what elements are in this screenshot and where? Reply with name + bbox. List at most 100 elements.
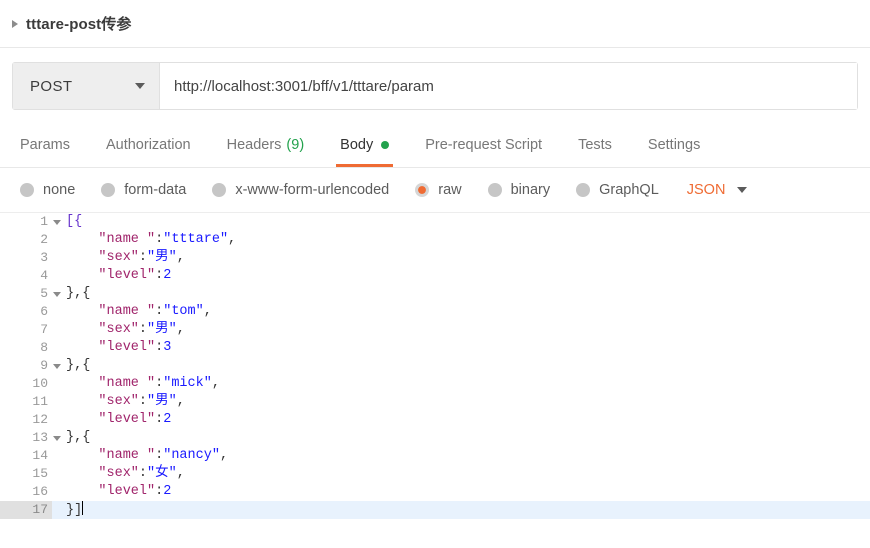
tab-settings[interactable]: Settings (630, 122, 718, 167)
tab-headers[interactable]: Headers (9) (209, 122, 323, 167)
code-token-plain: , (176, 394, 185, 409)
code-line-text: "sex":"女", (52, 465, 870, 483)
code-token-str: "mick" (163, 376, 212, 391)
code-line[interactable]: 11 "sex":"男", (0, 393, 870, 411)
code-line-text: "level":3 (52, 339, 870, 357)
triangle-right-icon[interactable] (12, 19, 18, 28)
tab-label: Params (20, 136, 70, 153)
code-line[interactable]: 13 },{ (0, 429, 870, 447)
code-token-num: 3 (163, 340, 172, 355)
code-line[interactable]: 17}] (0, 501, 870, 519)
code-token-punc: [{ (66, 214, 83, 229)
code-token-key: "sex" (98, 394, 139, 409)
request-url-input[interactable] (160, 63, 857, 109)
raw-format-label: JSON (686, 182, 726, 198)
code-line[interactable]: 16 "level":2 (0, 483, 870, 501)
line-number: 5 (0, 285, 61, 303)
line-number: 15 (32, 466, 48, 481)
line-number: 13 (0, 429, 61, 447)
tab-tests[interactable]: Tests (560, 122, 630, 167)
code-token-str: "男" (147, 394, 177, 409)
code-token-plain: : (138, 322, 148, 337)
code-line[interactable]: 15 "sex":"女", (0, 465, 870, 483)
body-type-row: none form-data x-www-form-urlencoded raw bin… (0, 168, 870, 213)
code-token-plain: , (203, 304, 212, 319)
text-cursor (82, 501, 84, 515)
code-token-key: "level" (98, 484, 156, 499)
code-line[interactable]: 3 "sex":"男", (0, 249, 870, 267)
code-token-plain: , (176, 466, 185, 481)
code-line-text: "sex":"男", (52, 393, 870, 411)
code-line[interactable]: 5 },{ (0, 285, 870, 303)
code-line-text: "name ":"tttare", (52, 231, 870, 249)
code-line[interactable]: 1 [{ (0, 213, 870, 231)
http-method-select[interactable]: POST (13, 63, 160, 109)
code-token-plain: },{ (66, 430, 91, 445)
body-type-radio-form-data[interactable]: form-data (101, 182, 186, 198)
body-type-radio-binary[interactable]: binary (487, 182, 551, 198)
line-number: 7 (40, 322, 48, 337)
line-number: 3 (40, 250, 48, 265)
line-number: 1 (0, 213, 61, 231)
line-number: 9 (0, 357, 61, 375)
code-token-plain: }] (66, 503, 83, 518)
tab-label: Authorization (105, 136, 191, 153)
radio-unchecked-icon (487, 183, 502, 197)
code-token-key: "level" (98, 268, 156, 283)
code-token-num: 2 (163, 484, 172, 499)
code-token-plain: },{ (66, 358, 91, 373)
body-type-label: none (43, 182, 76, 198)
code-token-str: "tttare" (163, 232, 229, 247)
url-bar-section: POST (0, 48, 870, 122)
tab-authorization[interactable]: Authorization (88, 122, 209, 167)
code-token-key: "sex" (98, 250, 139, 265)
code-token-plain: },{ (66, 286, 91, 301)
body-type-radio-none[interactable]: none (20, 182, 75, 198)
code-line-text: }] (52, 501, 870, 519)
tab-pre-request-script[interactable]: Pre-request Script (407, 122, 560, 167)
tab-params[interactable]: Params (2, 122, 88, 167)
code-line[interactable]: 10 "name ":"mick", (0, 375, 870, 393)
body-type-label: x-www-form-urlencoded (235, 182, 390, 198)
radio-unchecked-icon (101, 183, 116, 197)
code-line[interactable]: 9 },{ (0, 357, 870, 375)
code-token-str: "nancy" (163, 448, 220, 463)
code-line-text: "sex":"男", (52, 249, 870, 267)
tab-label: Headers (226, 136, 282, 153)
code-line[interactable]: 8 "level":3 (0, 339, 870, 357)
raw-body-editor[interactable]: 1[{2 "name ":"tttare", 3 "sex":"男", 4 "lev… (0, 213, 870, 533)
radio-unchecked-icon (20, 183, 34, 197)
code-line[interactable]: 4 "level":2 (0, 267, 870, 285)
body-present-dot-icon (381, 140, 390, 149)
radio-unchecked-icon (576, 183, 591, 197)
code-line-text: "level":2 (52, 267, 870, 285)
code-line[interactable]: 6 "name ":"tom", (0, 303, 870, 321)
code-token-str: "男" (147, 250, 177, 265)
body-type-radio-raw[interactable]: raw (415, 182, 462, 198)
code-line[interactable]: 7 "sex":"男", (0, 321, 870, 339)
code-token-plain: , (228, 232, 237, 247)
code-line-text: },{ (52, 357, 870, 375)
code-token-plain: : (138, 466, 148, 481)
code-token-key: "level" (98, 412, 156, 427)
line-number: 4 (40, 268, 48, 283)
code-token-plain: , (219, 448, 229, 463)
code-line[interactable]: 12 "level":2 (0, 411, 870, 429)
body-type-label: raw (438, 182, 462, 198)
line-number: 2 (40, 232, 48, 247)
raw-format-select[interactable]: JSON (687, 182, 748, 198)
body-type-radio-graphql[interactable]: GraphQL (576, 182, 659, 198)
body-type-radio-x-www-form-urlencoded[interactable]: x-www-form-urlencoded (212, 182, 389, 198)
code-token-plain: : (138, 250, 148, 265)
body-type-label: binary (510, 182, 551, 198)
code-line[interactable]: 2 "name ":"tttare", (0, 231, 870, 249)
code-token-plain: , (176, 250, 185, 265)
tab-body[interactable]: Body (322, 122, 407, 167)
code-line[interactable]: 14 "name ":"nancy", (0, 447, 870, 465)
